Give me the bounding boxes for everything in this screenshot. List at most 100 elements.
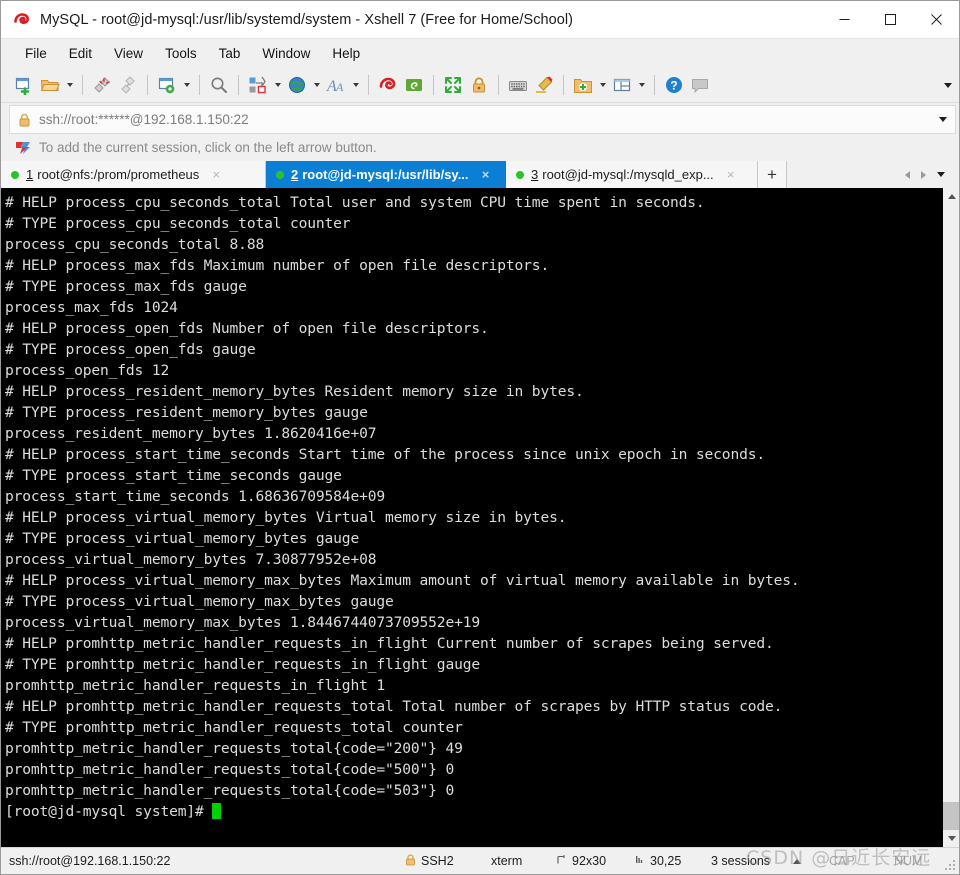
- tab-status-dot-icon: [276, 170, 284, 179]
- toolbar-separator: [368, 74, 369, 95]
- tab-label: root@nfs:/prom/prometheus: [37, 167, 200, 182]
- tab-status-dot-icon: [516, 170, 524, 179]
- help-icon[interactable]: ?: [661, 72, 687, 98]
- reconnect-icon[interactable]: [115, 72, 141, 98]
- status-sessions: 3 sessions: [711, 854, 771, 868]
- find-icon[interactable]: [206, 72, 232, 98]
- scroll-down-button[interactable]: [943, 830, 959, 847]
- menu-item-help[interactable]: Help: [322, 43, 370, 64]
- padlock-icon: [405, 853, 416, 869]
- terminal-line: # HELP process_virtual_memory_bytes Virt…: [5, 509, 567, 526]
- terminal-line: # HELP process_open_fds Number of open f…: [5, 320, 489, 337]
- terminal-prompt: [root@jd-mysql system]#: [5, 803, 213, 820]
- file-transfer-icon[interactable]: [245, 72, 271, 98]
- terminal-area: # HELP process_cpu_seconds_total Total u…: [1, 188, 959, 847]
- scroll-track[interactable]: [943, 205, 959, 830]
- tab-status-dot-icon: [11, 170, 19, 179]
- menu-item-edit[interactable]: Edit: [59, 43, 102, 64]
- status-sessions-menu-icon[interactable]: [793, 858, 801, 864]
- new-session-icon[interactable]: [11, 72, 37, 98]
- font-size-dropdown-icon[interactable]: [349, 72, 362, 98]
- tab-1[interactable]: 1 root@nfs:/prom/prometheus ×: [1, 161, 266, 188]
- status-num-indicator: NUM: [894, 854, 923, 868]
- chevron-down-icon[interactable]: [939, 117, 947, 122]
- left-arrow-flag-icon[interactable]: [15, 141, 31, 155]
- fullscreen-icon[interactable]: [440, 72, 466, 98]
- lock-icon[interactable]: [466, 72, 492, 98]
- toolbar-separator: [147, 74, 148, 95]
- resize-grip-icon[interactable]: [944, 859, 956, 871]
- terminal-line: # HELP process_resident_memory_bytes Res…: [5, 383, 584, 400]
- tab-scroll-left-icon[interactable]: [899, 161, 915, 188]
- svg-text:A: A: [335, 80, 344, 94]
- font-size-icon[interactable]: A A: [323, 72, 349, 98]
- tab-close-icon[interactable]: ×: [724, 168, 738, 182]
- padlock-icon: [18, 113, 31, 127]
- tab-bar: 1 root@nfs:/prom/prometheus × 2 root@jd-…: [1, 161, 959, 188]
- layout-icon[interactable]: [609, 72, 635, 98]
- tab-label: root@jd-mysql:/mysqld_exp...: [542, 167, 714, 182]
- highlight-icon[interactable]: [531, 72, 557, 98]
- address-bar[interactable]: ssh://root:******@192.168.1.150:22: [9, 105, 956, 134]
- new-tab-button[interactable]: +: [758, 161, 787, 188]
- terminal-line: # HELP process_start_time_seconds Start …: [5, 446, 765, 463]
- minimize-button[interactable]: [821, 1, 867, 39]
- terminal-line: promhttp_metric_handler_requests_in_flig…: [5, 677, 385, 694]
- keyboard-icon[interactable]: [505, 72, 531, 98]
- disconnect-icon[interactable]: [89, 72, 115, 98]
- terminal-output[interactable]: # HELP process_cpu_seconds_total Total u…: [1, 188, 942, 847]
- tab-close-icon[interactable]: ×: [209, 168, 223, 182]
- terminal-line: process_virtual_memory_max_bytes 1.84467…: [5, 614, 480, 631]
- tab-number: 2: [291, 167, 299, 182]
- tab-nav-controls: [899, 161, 959, 188]
- menu-item-window[interactable]: Window: [252, 43, 320, 64]
- tab-list-icon[interactable]: [931, 161, 951, 188]
- tab-close-icon[interactable]: ×: [479, 168, 493, 182]
- maximize-button[interactable]: [867, 1, 913, 39]
- close-button[interactable]: [913, 1, 959, 39]
- terminal-line: promhttp_metric_handler_requests_total{c…: [5, 761, 455, 778]
- status-caps-indicator: CAP: [829, 854, 855, 868]
- new-folder-icon[interactable]: [570, 72, 596, 98]
- tab-number: 1: [26, 167, 34, 182]
- cursor-position-icon: [635, 854, 645, 868]
- terminal-scrollbar[interactable]: [942, 188, 959, 847]
- terminal-line: # HELP process_max_fds Maximum number of…: [5, 257, 550, 274]
- xshell-icon[interactable]: [375, 72, 401, 98]
- tab-scroll-right-icon[interactable]: [915, 161, 931, 188]
- status-size: 92x30: [557, 848, 606, 875]
- menu-item-tab[interactable]: Tab: [209, 43, 251, 64]
- xftp-icon[interactable]: [401, 72, 427, 98]
- new-folder-dropdown-icon[interactable]: [596, 72, 609, 98]
- web-browser-dropdown-icon[interactable]: [310, 72, 323, 98]
- terminal-line: # TYPE process_start_time_seconds gauge: [5, 467, 342, 484]
- layout-dropdown-icon[interactable]: [635, 72, 648, 98]
- status-size-label: 92x30: [572, 854, 607, 868]
- tab-2[interactable]: 2 root@jd-mysql:/usr/lib/sy... ×: [266, 161, 506, 188]
- web-browser-icon[interactable]: [284, 72, 310, 98]
- tab-number: 3: [531, 167, 539, 182]
- toolbar-overflow-button[interactable]: [944, 67, 952, 103]
- status-connection: ssh://root@192.168.1.150:22: [9, 854, 171, 868]
- terminal-line: # HELP process_virtual_memory_max_bytes …: [5, 572, 800, 589]
- toolbar-separator: [238, 74, 239, 95]
- menu-item-tools[interactable]: Tools: [155, 43, 207, 64]
- terminal-cursor: [212, 803, 222, 819]
- tab-3[interactable]: 3 root@jd-mysql:/mysqld_exp... ×: [506, 161, 758, 188]
- terminal-line: process_cpu_seconds_total 8.88: [5, 236, 265, 253]
- file-transfer-dropdown-icon[interactable]: [271, 72, 284, 98]
- notice-bar: To add the current session, click on the…: [1, 134, 959, 161]
- feedback-icon[interactable]: [687, 72, 713, 98]
- scroll-up-button[interactable]: [943, 188, 959, 205]
- open-session-icon[interactable]: [37, 72, 63, 98]
- open-session-dropdown-icon[interactable]: [63, 72, 76, 98]
- session-properties-icon[interactable]: [154, 72, 180, 98]
- address-input[interactable]: ssh://root:******@192.168.1.150:22: [39, 112, 249, 127]
- session-properties-dropdown-icon[interactable]: [180, 72, 193, 98]
- terminal-line: # HELP promhttp_metric_handler_requests_…: [5, 698, 783, 715]
- scroll-thumb[interactable]: [943, 802, 959, 830]
- terminal-line: # TYPE process_cpu_seconds_total counter: [5, 215, 351, 232]
- menu-item-file[interactable]: File: [15, 43, 57, 64]
- toolbar-separator: [498, 74, 499, 95]
- menu-item-view[interactable]: View: [104, 43, 153, 64]
